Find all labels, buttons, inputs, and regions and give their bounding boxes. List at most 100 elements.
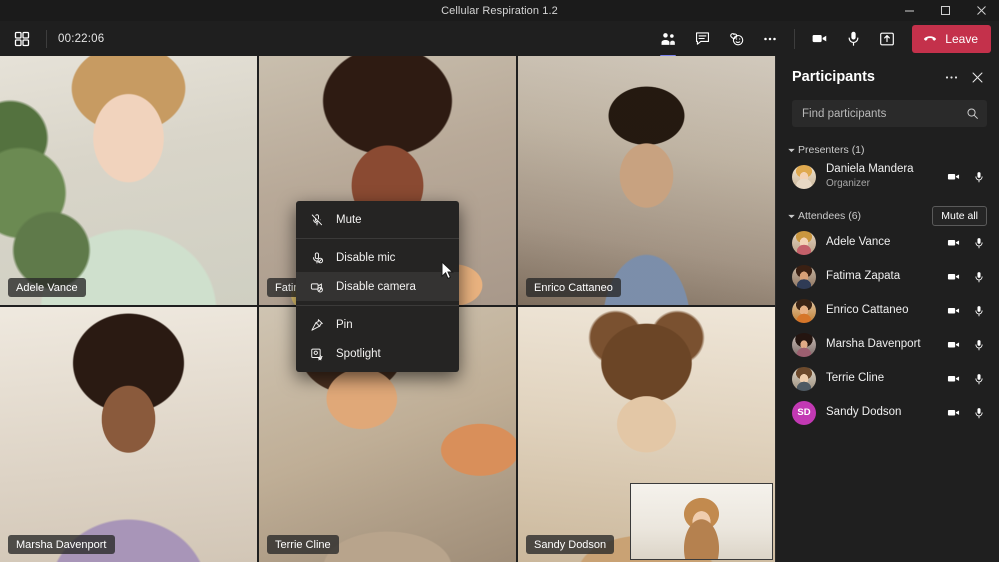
context-menu-item-mute[interactable]: Mute <box>296 205 459 234</box>
toolbar-left-group: 00:22:06 <box>0 26 104 52</box>
camera-button[interactable] <box>802 24 836 54</box>
tile-participant-name: Marsha Davenport <box>16 539 107 551</box>
participants-panel: Participants Presenters (1) <box>775 56 999 562</box>
video-tile[interactable]: Enrico Cattaneo <box>518 56 775 305</box>
microphone-icon[interactable] <box>968 368 989 389</box>
participant-actions <box>943 300 989 321</box>
participant-row[interactable]: SD Sandy Dodson <box>776 396 999 429</box>
avatar <box>792 333 816 357</box>
tile-participant-name: Adele Vance <box>16 282 78 294</box>
panel-title: Participants <box>792 69 875 85</box>
video-tile[interactable]: Marsha Davenport <box>0 307 257 562</box>
context-menu-item-label: Disable camera <box>336 281 416 293</box>
microphone-icon[interactable] <box>968 266 989 287</box>
self-view-pip[interactable] <box>630 483 773 560</box>
camera-icon[interactable] <box>943 334 964 355</box>
avatar <box>792 231 816 255</box>
participant-name: Marsha Davenport <box>826 338 921 351</box>
camera-icon[interactable] <box>943 166 964 187</box>
participant-row[interactable]: Fatima Zapata <box>776 260 999 293</box>
avatar <box>792 367 816 391</box>
participant-texts: Marsha Davenport <box>826 338 921 351</box>
section-header-presenters[interactable]: Presenters (1) <box>776 141 999 159</box>
participant-texts: Daniela Mandera Organizer <box>826 163 914 190</box>
spotlight-icon <box>309 347 324 361</box>
tile-name-chip: Adele Vance <box>8 278 86 297</box>
chevron-down-icon <box>784 146 798 155</box>
meeting-timer: 00:22:06 <box>58 33 104 45</box>
context-menu-item-label: Spotlight <box>336 348 381 360</box>
grid-view-icon[interactable] <box>9 26 35 52</box>
microphone-icon[interactable] <box>968 334 989 355</box>
context-menu-item-disable-mic[interactable]: Disable mic <box>296 243 459 272</box>
participant-name: Fatima Zapata <box>826 270 900 283</box>
camera-icon[interactable] <box>943 266 964 287</box>
panel-header-actions <box>939 65 989 89</box>
video-feed <box>0 56 257 305</box>
leave-button[interactable]: Leave <box>912 25 991 53</box>
more-actions-button[interactable] <box>753 24 787 54</box>
video-tile[interactable]: Sandy Dodson <box>518 307 775 562</box>
panel-close-icon[interactable] <box>965 65 989 89</box>
tile-name-chip: Sandy Dodson <box>526 535 614 554</box>
participant-row[interactable]: Terrie Cline <box>776 362 999 395</box>
window-controls <box>891 0 999 21</box>
context-menu-item-label: Disable mic <box>336 252 395 264</box>
pin-icon <box>309 318 324 332</box>
chat-button[interactable] <box>685 24 719 54</box>
camera-icon[interactable] <box>943 402 964 423</box>
participants-button[interactable] <box>651 24 685 54</box>
panel-more-icon[interactable] <box>939 65 963 89</box>
participant-texts: Sandy Dodson <box>826 406 901 419</box>
tile-participant-name: Terrie Cline <box>275 539 331 551</box>
search-input[interactable] <box>802 108 966 120</box>
search-icon <box>966 107 979 120</box>
meeting-toolbar: 00:22:06 <box>0 21 999 56</box>
toolbar-divider <box>46 30 47 48</box>
avatar-initials: SD <box>792 401 816 425</box>
participant-row[interactable]: Marsha Davenport <box>776 328 999 361</box>
video-feed <box>0 307 257 562</box>
participant-texts: Fatima Zapata <box>826 270 900 283</box>
context-menu-item-pin[interactable]: Pin <box>296 310 459 339</box>
participant-texts: Enrico Cattaneo <box>826 304 908 317</box>
title-bar: Cellular Respiration 1.2 <box>0 0 999 21</box>
microphone-icon[interactable] <box>968 300 989 321</box>
chevron-down-icon <box>784 212 798 221</box>
participant-actions <box>943 334 989 355</box>
share-screen-button[interactable] <box>870 24 904 54</box>
microphone-icon[interactable] <box>968 232 989 253</box>
mute-all-button[interactable]: Mute all <box>932 206 987 226</box>
participant-actions <box>943 266 989 287</box>
video-stage: Adele Vance Fatima Zapata Enrico Cattane… <box>0 56 775 562</box>
participant-actions <box>943 232 989 253</box>
microphone-icon[interactable] <box>968 402 989 423</box>
participant-row[interactable]: Adele Vance <box>776 226 999 259</box>
mouse-cursor <box>441 261 454 285</box>
participant-name: Sandy Dodson <box>826 406 901 419</box>
microphone-icon[interactable] <box>968 166 989 187</box>
toolbar-right-group: Leave <box>651 24 999 54</box>
window-title: Cellular Respiration 1.2 <box>441 5 558 17</box>
close-icon[interactable] <box>963 0 999 21</box>
participant-role: Organizer <box>826 177 914 190</box>
reactions-button[interactable] <box>719 24 753 54</box>
context-menu-item-spotlight[interactable]: Spotlight <box>296 339 459 368</box>
context-menu-item-disable-camera[interactable]: Disable camera <box>296 272 459 301</box>
camera-icon[interactable] <box>943 368 964 389</box>
find-participants-field[interactable] <box>792 100 987 127</box>
camera-icon[interactable] <box>943 232 964 253</box>
camera-icon[interactable] <box>943 300 964 321</box>
participant-row[interactable]: Enrico Cattaneo <box>776 294 999 327</box>
participant-actions <box>943 166 989 187</box>
mic-disable-icon <box>309 251 324 265</box>
video-tile[interactable]: Adele Vance <box>0 56 257 305</box>
participant-actions <box>943 368 989 389</box>
minimize-icon[interactable] <box>891 0 927 21</box>
section-header-attendees[interactable]: Attendees (6) Mute all <box>776 207 999 225</box>
microphone-button[interactable] <box>836 24 870 54</box>
maximize-icon[interactable] <box>927 0 963 21</box>
self-video-feed <box>631 484 772 559</box>
mic-muted-icon <box>309 213 324 227</box>
participant-row[interactable]: Daniela Mandera Organizer <box>776 160 999 193</box>
